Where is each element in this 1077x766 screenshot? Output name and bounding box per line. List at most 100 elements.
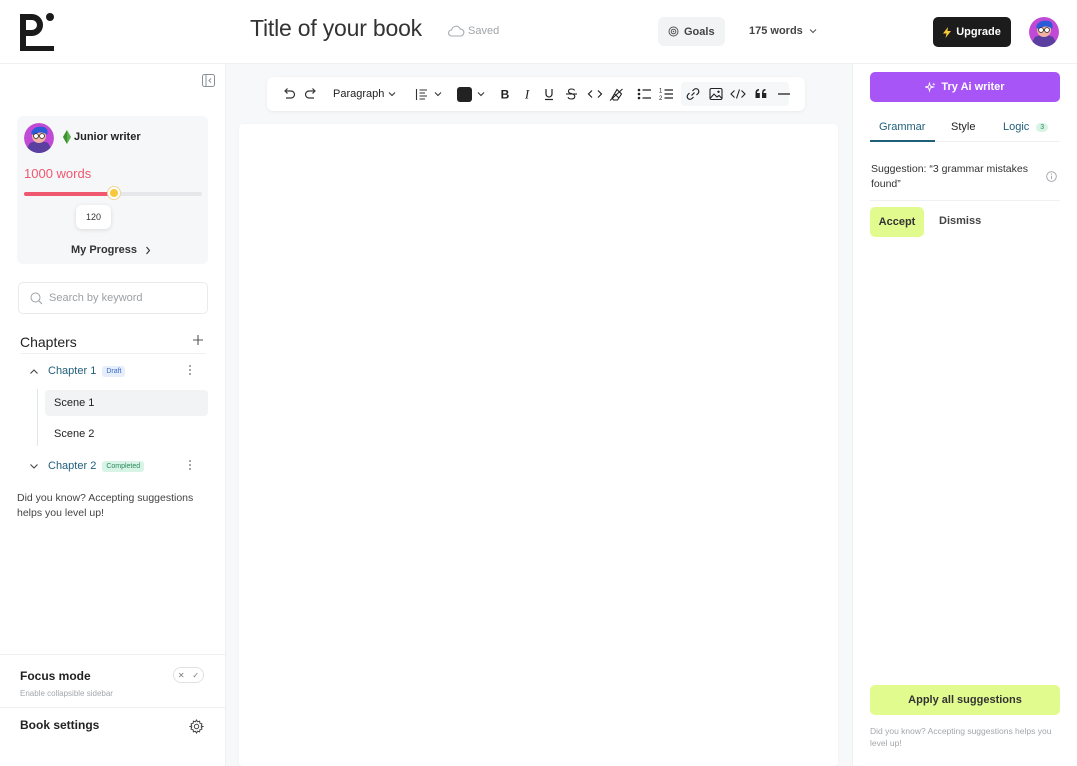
bullet-list-icon[interactable] bbox=[637, 86, 652, 102]
formatting-toolbar: Paragraph B I 1 2 bbox=[267, 77, 805, 111]
goals-label: Goals bbox=[684, 25, 715, 38]
dismiss-button[interactable]: Dismiss bbox=[939, 215, 981, 227]
my-progress-label: My Progress bbox=[71, 244, 138, 256]
saved-label: Saved bbox=[468, 25, 500, 37]
tab-grammar[interactable]: Grammar bbox=[879, 121, 925, 133]
editor-canvas[interactable] bbox=[239, 124, 838, 766]
tab-logic[interactable]: Logic 3 bbox=[1003, 121, 1049, 133]
upgrade-label: Upgrade bbox=[956, 26, 1001, 38]
quote-icon[interactable] bbox=[754, 86, 768, 102]
svg-text:2: 2 bbox=[659, 96, 663, 101]
link-icon[interactable] bbox=[685, 86, 701, 102]
line-height-icon bbox=[415, 88, 428, 101]
gem-icon bbox=[63, 130, 71, 144]
chevron-down-icon bbox=[809, 28, 817, 34]
focus-mode-section: Focus mode Enable collapsible sidebar ✕ … bbox=[0, 654, 225, 708]
clear-format-icon[interactable] bbox=[609, 86, 624, 102]
progress-tooltip: 120 bbox=[76, 205, 111, 229]
check-icon: ✓ bbox=[192, 670, 200, 680]
app-logo[interactable] bbox=[18, 12, 58, 52]
user-avatar[interactable] bbox=[1029, 17, 1059, 47]
chapter-title: Chapter 1 bbox=[48, 365, 97, 377]
tab-style[interactable]: Style bbox=[951, 121, 975, 133]
paragraph-style-dropdown[interactable]: Paragraph bbox=[333, 86, 396, 102]
upgrade-button[interactable]: Upgrade bbox=[933, 17, 1011, 47]
target-icon bbox=[668, 26, 679, 37]
numbered-list-icon[interactable]: 12 bbox=[659, 86, 674, 102]
gear-icon[interactable] bbox=[189, 719, 204, 734]
paragraph-style-label: Paragraph bbox=[333, 88, 385, 100]
ai-writer-label: Try Ai writer bbox=[941, 81, 1005, 93]
suggestion-text: Suggestion: “3 grammar mistakes found” bbox=[871, 163, 1028, 190]
progress-bar bbox=[24, 187, 202, 199]
search-field[interactable] bbox=[18, 282, 208, 314]
chevron-down-icon bbox=[434, 91, 442, 97]
chapter-item[interactable]: Chapter 2 Completed bbox=[29, 457, 199, 475]
more-vertical-icon[interactable] bbox=[188, 459, 192, 471]
text-color-picker[interactable] bbox=[457, 86, 485, 102]
focus-mode-toggle[interactable]: ✕ ✓ bbox=[173, 667, 204, 683]
active-tab-indicator bbox=[870, 140, 935, 142]
underline-icon[interactable] bbox=[543, 86, 555, 102]
line-height-dropdown[interactable] bbox=[415, 86, 442, 102]
tip-text: Did you know? Accepting suggestions help… bbox=[870, 726, 1052, 748]
writer-rank: Junior writer bbox=[63, 130, 141, 144]
word-count-dropdown[interactable]: 175 words bbox=[749, 25, 817, 37]
chapter-title: Chapter 2 bbox=[48, 460, 97, 472]
svg-text:I: I bbox=[524, 87, 530, 101]
tip-text: Did you know? Accepting suggestions help… bbox=[17, 492, 194, 519]
goals-button[interactable]: Goals bbox=[658, 17, 725, 46]
apply-all-suggestions-button[interactable]: Apply all suggestions bbox=[870, 685, 1060, 715]
avatar bbox=[24, 123, 54, 153]
chevron-down-icon bbox=[477, 91, 485, 97]
left-sidebar: Junior writer 1000 words 120 My Progress… bbox=[0, 64, 226, 766]
top-bar: Title of your book Saved Goals 175 words… bbox=[0, 0, 1077, 64]
try-ai-writer-button[interactable]: Try Ai writer bbox=[870, 72, 1060, 102]
suggestions-panel: Try Ai writer Grammar Style Logic 3 Sugg… bbox=[852, 64, 1077, 766]
my-progress-link[interactable]: My Progress bbox=[71, 244, 151, 256]
chevron-up-icon[interactable] bbox=[29, 368, 41, 375]
image-icon[interactable] bbox=[709, 86, 723, 102]
undo-icon[interactable] bbox=[282, 86, 296, 102]
tab-logic-label: Logic bbox=[1003, 121, 1030, 133]
add-chapter-icon[interactable] bbox=[192, 334, 204, 346]
color-swatch bbox=[457, 86, 472, 102]
scene-item[interactable]: Scene 2 bbox=[45, 421, 208, 447]
redo-icon[interactable] bbox=[304, 86, 318, 102]
strikethrough-icon[interactable] bbox=[565, 86, 578, 102]
svg-text:1: 1 bbox=[659, 89, 663, 95]
divider bbox=[870, 200, 1060, 201]
editor-area: Paragraph B I 1 2 bbox=[226, 64, 852, 766]
italic-icon[interactable]: I bbox=[521, 86, 533, 102]
suggestion-tabs: Grammar Style Logic 3 bbox=[870, 118, 1060, 142]
focus-mode-title: Focus mode bbox=[20, 669, 91, 683]
lightning-icon bbox=[943, 26, 952, 38]
book-settings-label[interactable]: Book settings bbox=[20, 718, 99, 732]
cloud-icon bbox=[447, 25, 465, 37]
saved-status: Saved bbox=[447, 25, 499, 37]
focus-mode-subtitle: Enable collapsible sidebar bbox=[20, 689, 113, 698]
book-title[interactable]: Title of your book bbox=[250, 15, 422, 42]
scene-item[interactable]: Scene 1 bbox=[45, 390, 208, 416]
more-vertical-icon[interactable] bbox=[188, 364, 192, 376]
accept-button[interactable]: Accept bbox=[870, 207, 924, 237]
horizontal-rule-icon[interactable] bbox=[777, 86, 791, 102]
inline-code-icon[interactable] bbox=[587, 86, 603, 102]
chevron-down-icon[interactable] bbox=[29, 463, 41, 470]
chapter-item[interactable]: Chapter 1 Draft bbox=[29, 362, 199, 380]
code-block-icon[interactable] bbox=[730, 86, 746, 102]
search-input[interactable] bbox=[49, 292, 199, 304]
count-badge: 3 bbox=[1036, 122, 1049, 132]
word-count-label: 175 words bbox=[749, 25, 803, 37]
words-goal: 1000 words bbox=[24, 166, 92, 181]
collapse-sidebar-icon[interactable] bbox=[202, 74, 215, 87]
bold-icon[interactable]: B bbox=[499, 86, 511, 102]
chapters-title: Chapters bbox=[20, 334, 77, 350]
scene-guide-line bbox=[37, 389, 38, 446]
chapters-header: Chapters bbox=[20, 332, 206, 354]
svg-text:B: B bbox=[501, 88, 510, 102]
info-icon[interactable] bbox=[1046, 171, 1057, 182]
chevron-down-icon bbox=[388, 91, 396, 97]
progress-card: Junior writer 1000 words 120 My Progress bbox=[17, 116, 208, 264]
sparkle-icon bbox=[925, 81, 936, 93]
